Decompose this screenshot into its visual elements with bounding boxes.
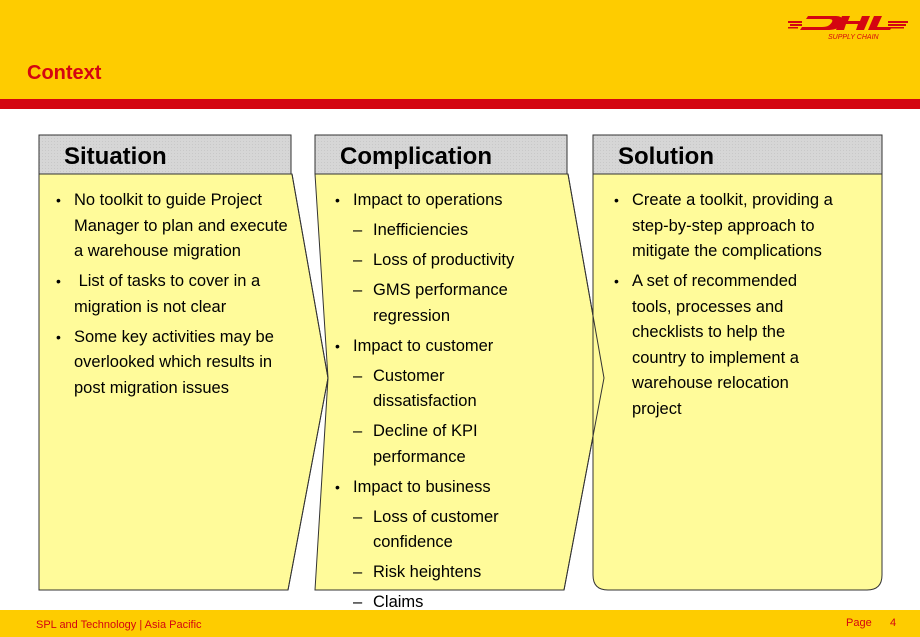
complication-item: Impact to business — [335, 475, 575, 501]
complication-title: Complication — [340, 143, 493, 170]
complication-subitem: Decline of KPI performance — [335, 419, 513, 470]
complication-subitem: Loss of productivity — [335, 248, 575, 274]
situation-item: List of tasks to cover in a migration is… — [56, 269, 288, 320]
footer-page-label: Page — [846, 617, 872, 629]
complication-subitem: Loss of customer confidence — [335, 505, 533, 556]
situation-item: No toolkit to guide Project Manager to p… — [56, 188, 288, 265]
complication-item: Impact to operations — [335, 188, 575, 214]
complication-list: Impact to operations Inefficiencies Loss… — [335, 188, 575, 620]
footer-page-number: 4 — [890, 617, 897, 629]
complication-subitem: Customer dissatisfaction — [335, 364, 513, 415]
footer-department: SPL and Technology | Asia Pacific — [36, 619, 202, 631]
solution-item: A set of recommended tools, processes an… — [614, 269, 822, 422]
situation-list: No toolkit to guide Project Manager to p… — [56, 188, 288, 406]
situation-title: Situation — [64, 143, 167, 170]
situation-item: Some key activities may be overlooked wh… — [56, 325, 288, 402]
complication-item: Impact to customer — [335, 334, 575, 360]
solution-item: Create a toolkit, providing a step-by-st… — [614, 188, 854, 265]
solution-list: Create a toolkit, providing a step-by-st… — [614, 188, 854, 427]
complication-subitem: GMS performance regression — [335, 278, 533, 329]
solution-title: Solution — [618, 143, 714, 170]
complication-subitem: Inefficiencies — [335, 218, 575, 244]
complication-subitem: Risk heightens — [335, 560, 575, 586]
